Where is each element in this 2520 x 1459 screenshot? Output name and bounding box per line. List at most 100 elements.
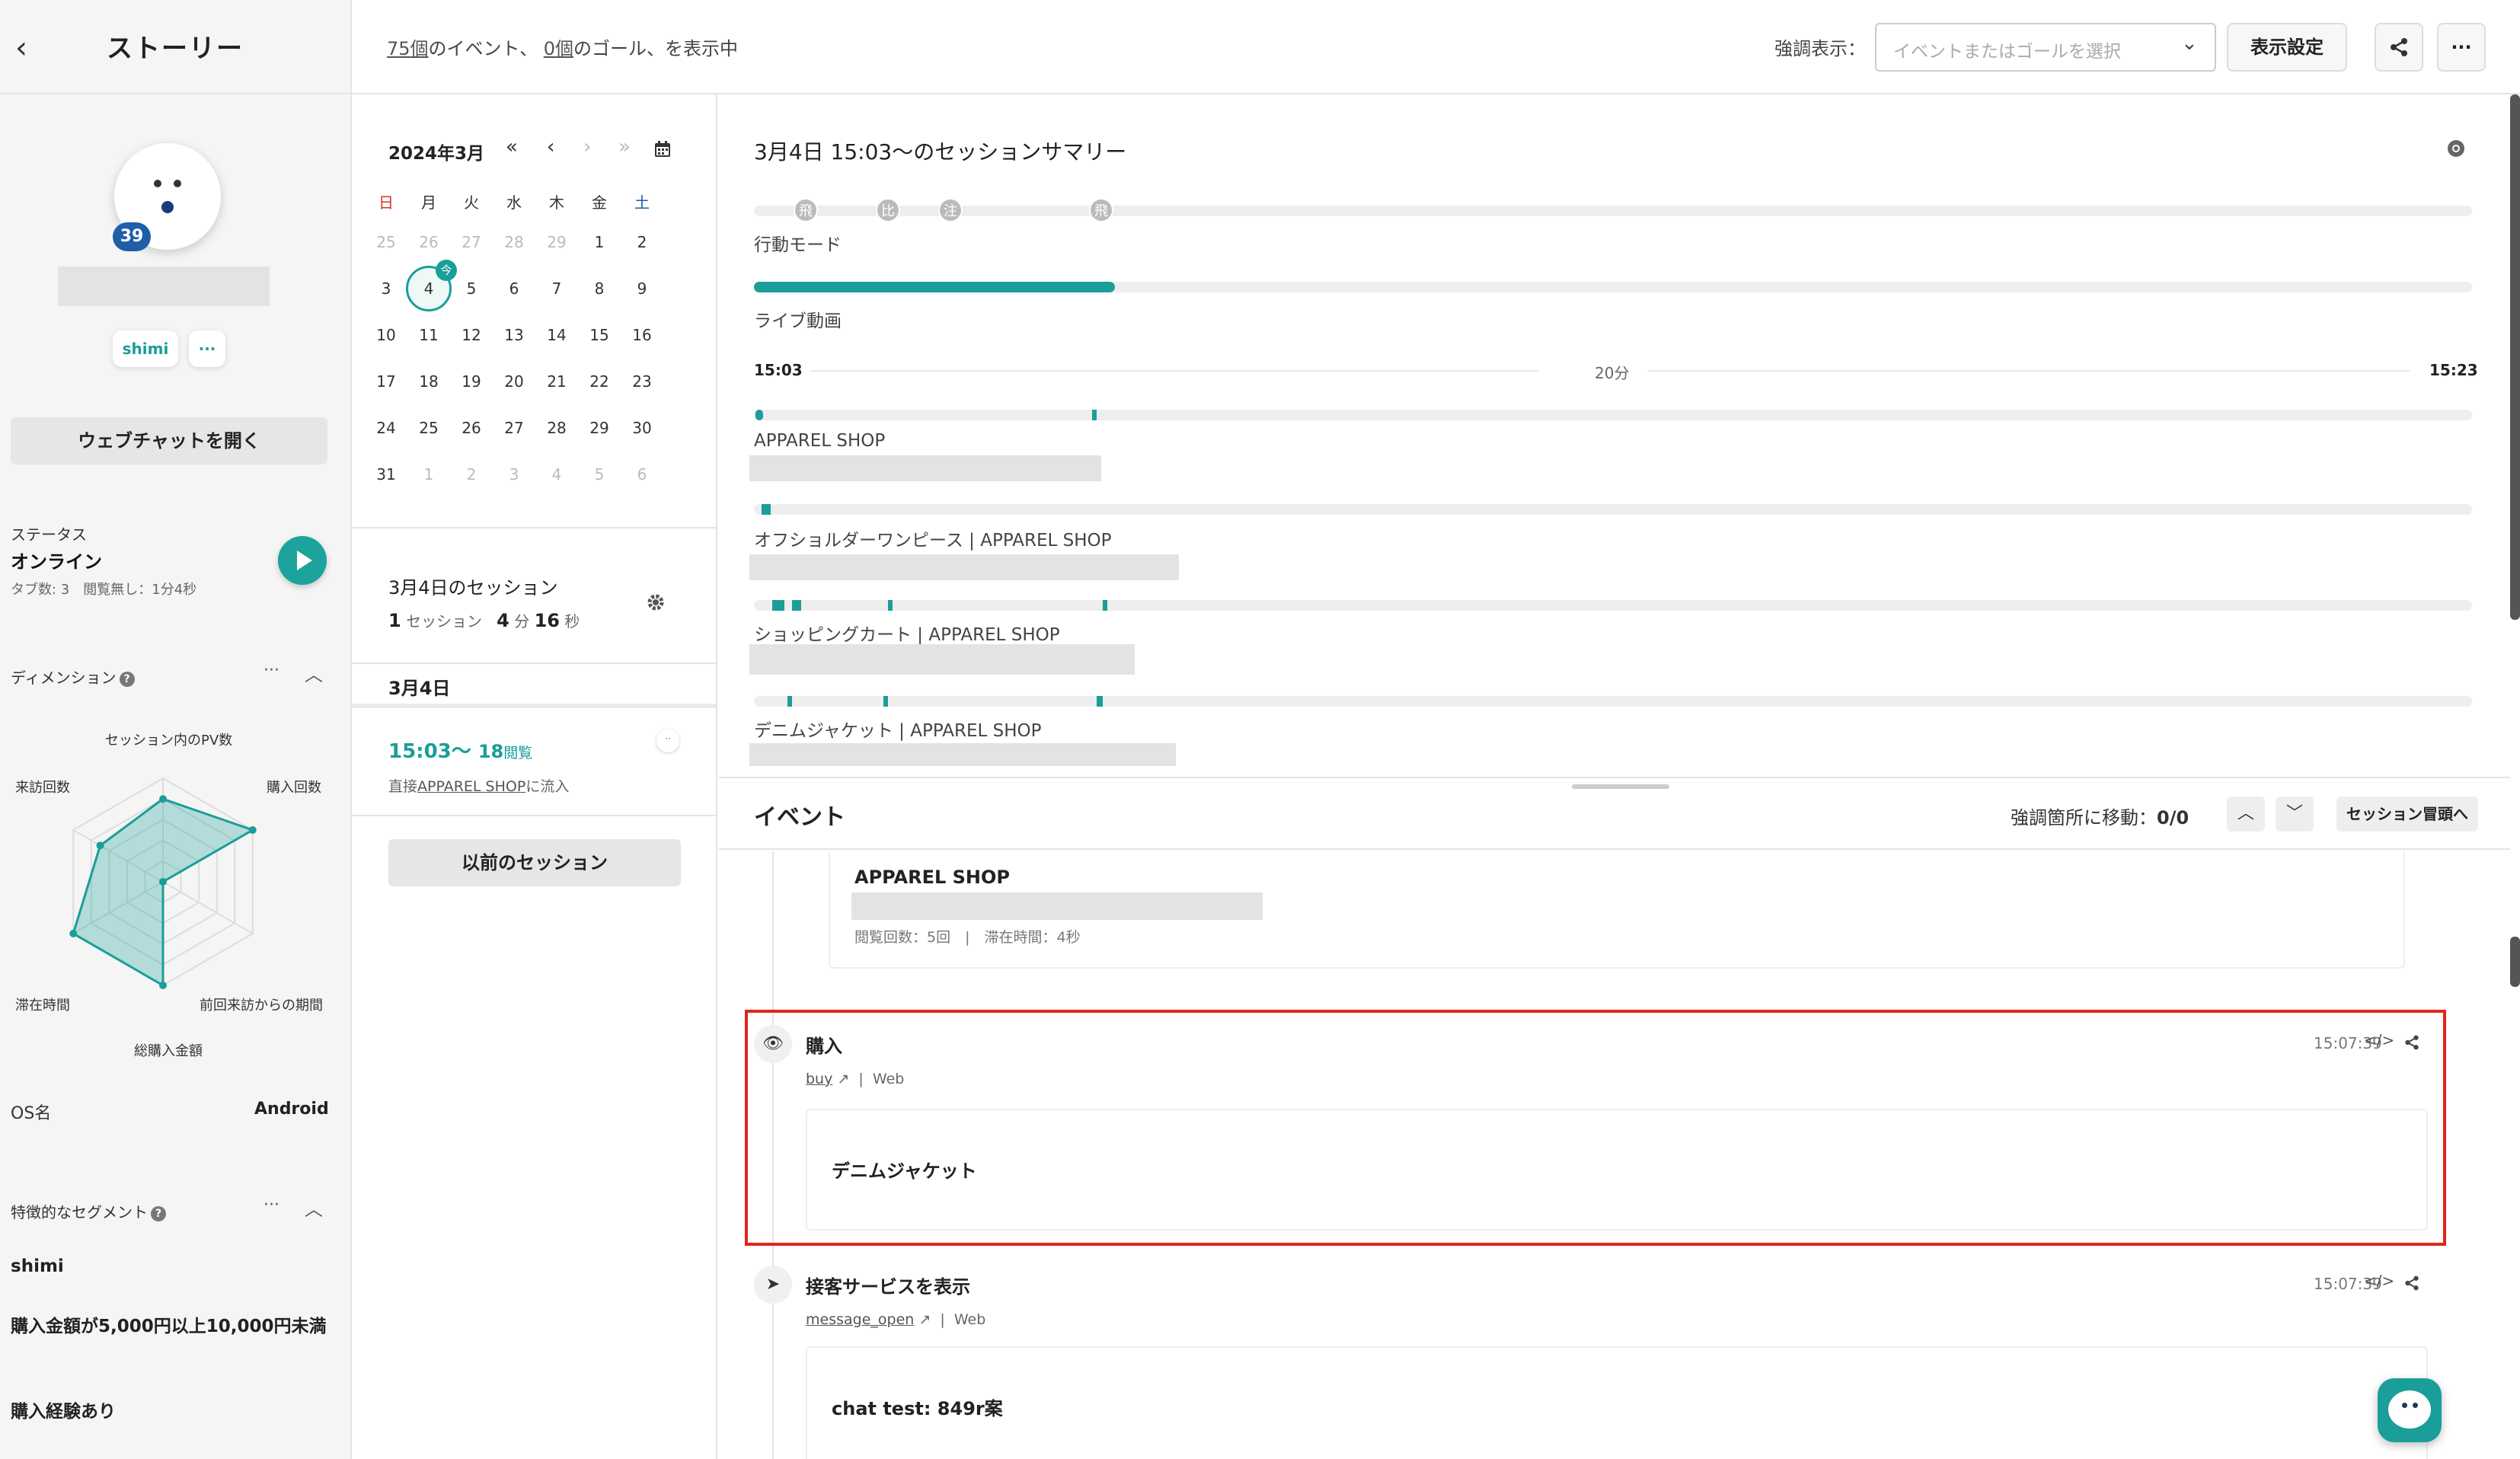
- chevron-left-icon[interactable]: ‹: [15, 30, 27, 65]
- share-icon[interactable]: [2403, 1275, 2420, 1291]
- gear-icon[interactable]: [646, 592, 666, 612]
- previous-sessions-button[interactable]: 以前のセッション: [388, 839, 681, 886]
- highlight-select[interactable]: イベントまたはゴールを選択 ⌄: [1875, 23, 2216, 72]
- calendar-day[interactable]: 2: [452, 465, 490, 484]
- source-link[interactable]: APPAREL SHOP: [417, 778, 525, 795]
- jump-down-button[interactable]: ﹀: [2276, 797, 2314, 832]
- weekday-header: 水: [506, 193, 522, 212]
- calendar-day[interactable]: 1: [580, 233, 618, 251]
- help-icon[interactable]: ?: [151, 1205, 166, 1221]
- more-menu-button[interactable]: ···: [2437, 23, 2486, 72]
- behavior-badge[interactable]: 注: [938, 198, 963, 222]
- calendar-day[interactable]: 24: [367, 419, 405, 437]
- calendar-day[interactable]: 26: [452, 419, 490, 437]
- prev-year-button[interactable]: «: [506, 136, 518, 158]
- code-icon[interactable]: </>: [2364, 1272, 2394, 1290]
- calendar-day[interactable]: 12: [452, 326, 490, 344]
- display-settings-button[interactable]: 表示設定: [2227, 23, 2347, 72]
- play-button[interactable]: [278, 536, 327, 585]
- radar-axis-label: 前回来訪からの期間: [200, 998, 323, 1014]
- session-item-source: 直接APPAREL SHOPに流入: [388, 778, 570, 795]
- calendar-icon[interactable]: [653, 140, 672, 158]
- live-video-progress: [754, 282, 1115, 292]
- calendar-day[interactable]: 29: [580, 419, 618, 437]
- calendar-day[interactable]: 13: [495, 326, 533, 344]
- event-link[interactable]: message_open: [806, 1311, 914, 1328]
- behavior-badge[interactable]: 比: [876, 198, 900, 222]
- chevron-up-icon[interactable]: ︿: [305, 1194, 323, 1221]
- segment-section-title: 特徴的なセグメント?: [11, 1200, 166, 1222]
- segment-more-icon[interactable]: ···: [263, 1196, 279, 1215]
- share-button[interactable]: [2375, 23, 2423, 72]
- code-icon[interactable]: </>: [2364, 1031, 2394, 1049]
- calendar-day[interactable]: 22: [580, 372, 618, 391]
- calendar-day[interactable]: 27: [495, 419, 533, 437]
- chevron-up-icon[interactable]: ︿: [305, 659, 323, 686]
- events-scrollbar[interactable]: [2510, 937, 2520, 987]
- calendar-day[interactable]: 28: [495, 233, 533, 251]
- behavior-badge[interactable]: 飛: [1089, 198, 1113, 222]
- calendar-day[interactable]: 5: [452, 279, 490, 298]
- calendar-day[interactable]: 7: [538, 279, 576, 298]
- event-link[interactable]: buy: [806, 1071, 832, 1087]
- page-track: [754, 410, 2472, 420]
- summary-scrollbar[interactable]: [2510, 94, 2520, 620]
- event-content-card: デニムジャケット: [806, 1109, 2428, 1231]
- calendar-day[interactable]: 20: [495, 372, 533, 391]
- calendar-day[interactable]: 25: [367, 233, 405, 251]
- next-month-button[interactable]: ›: [583, 136, 591, 158]
- open-webchat-button[interactable]: ウェブチャットを開く: [11, 417, 327, 465]
- previous-event-title: APPAREL SHOP: [854, 867, 1011, 888]
- sessions-title: 3月4日のセッション: [388, 577, 558, 599]
- calendar-day[interactable]: 3: [367, 279, 405, 298]
- calendar-day[interactable]: 10: [367, 326, 405, 344]
- tag-more-button[interactable]: ···: [189, 330, 225, 367]
- calendar-day[interactable]: 30: [623, 419, 661, 437]
- calendar-day[interactable]: 2: [623, 233, 661, 251]
- calendar-day[interactable]: 23: [623, 372, 661, 391]
- to-session-start-button[interactable]: セッション冒頭へ: [2336, 797, 2478, 832]
- calendar-day[interactable]: 27: [452, 233, 490, 251]
- calendar-day[interactable]: 29: [538, 233, 576, 251]
- help-icon[interactable]: ?: [119, 671, 135, 687]
- calendar-day[interactable]: 31: [367, 465, 405, 484]
- calendar-day[interactable]: 11: [410, 326, 448, 344]
- calendar-day[interactable]: 6: [495, 279, 533, 298]
- next-year-button[interactable]: »: [618, 136, 631, 158]
- calendar-day[interactable]: 5: [580, 465, 618, 484]
- dimension-more-icon[interactable]: ···: [263, 661, 279, 680]
- goal-count-link[interactable]: 0個: [544, 38, 573, 59]
- user-tag[interactable]: shimi: [113, 330, 178, 367]
- calendar-day[interactable]: 8: [580, 279, 618, 298]
- calendar-day[interactable]: 9: [623, 279, 661, 298]
- jump-up-button[interactable]: ︿: [2227, 797, 2265, 832]
- calendar-day[interactable]: 16: [623, 326, 661, 344]
- calendar-day[interactable]: 15: [580, 326, 618, 344]
- calendar-day[interactable]: 25: [410, 419, 448, 437]
- sessions-stats: 1 セッション 4 分 16 秒: [388, 610, 580, 631]
- calendar-day[interactable]: 19: [452, 372, 490, 391]
- event-count-link[interactable]: 75個: [387, 38, 429, 59]
- weekday-header: 月: [421, 193, 436, 212]
- calendar-day[interactable]: 6: [623, 465, 661, 484]
- resize-handle[interactable]: [1572, 784, 1669, 789]
- record-icon[interactable]: [2448, 140, 2464, 157]
- calendar-day[interactable]: 3: [495, 465, 533, 484]
- calendar-day[interactable]: 1: [410, 465, 448, 484]
- calendar-day[interactable]: 18: [410, 372, 448, 391]
- calendar-day[interactable]: 21: [538, 372, 576, 391]
- page-track: [754, 504, 2472, 515]
- calendar-day[interactable]: 17: [367, 372, 405, 391]
- calendar-day[interactable]: 14: [538, 326, 576, 344]
- calendar-day[interactable]: 28: [538, 419, 576, 437]
- calendar-day[interactable]: 26: [410, 233, 448, 251]
- radar-point: [159, 878, 167, 886]
- calendar-day[interactable]: 4: [538, 465, 576, 484]
- events-list: APPAREL SHOP 閲覧回数：5回 | 滞在時間：4秒 👁 購入 15:0…: [719, 851, 2510, 1459]
- radar-point: [96, 841, 104, 850]
- chat-widget-button[interactable]: [2378, 1378, 2442, 1442]
- share-icon[interactable]: [2403, 1034, 2420, 1051]
- behavior-badge[interactable]: 飛: [794, 198, 818, 222]
- prev-month-button[interactable]: ‹: [547, 136, 554, 158]
- session-list-item[interactable]: 15:03〜 18閲覧 直接APPAREL SHOPに流入 ᐧᐧ: [352, 708, 716, 815]
